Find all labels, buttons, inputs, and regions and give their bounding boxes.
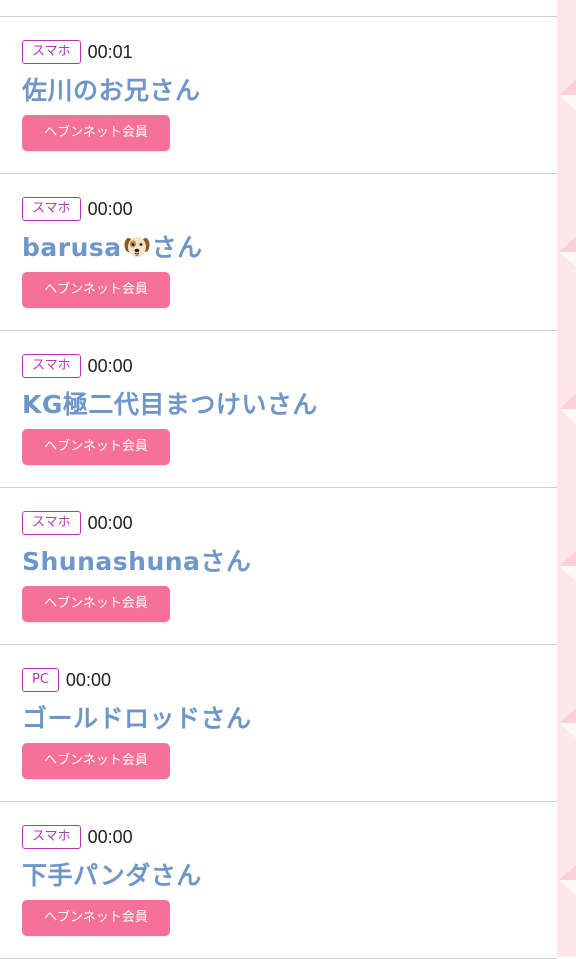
visit-time: 00:00 [87,355,133,376]
visit-time: 00:00 [65,669,111,690]
visitor-row[interactable]: スマホ 00:00 barusa さん ヘブンネット会員 [0,174,557,331]
user-name-link[interactable]: 佐川のお兄さん [22,71,201,107]
visitor-row[interactable]: スマホ 00:00 KG極二代目まつけいさん ヘブンネット会員 [0,331,557,488]
decorative-side-strip [557,0,576,957]
member-badge-button[interactable]: ヘブンネット会員 [22,586,170,622]
user-name-link[interactable]: 下手パンダさん [22,856,202,892]
visit-meta: スマホ 00:00 [22,510,133,536]
member-badge-button[interactable]: ヘブンネット会員 [22,900,170,936]
device-badge: スマホ [22,197,81,221]
user-name-link[interactable]: Shunashunaさん [22,542,251,578]
member-badge-button[interactable]: ヘブンネット会員 [22,272,170,308]
visit-meta: スマホ 00:00 [22,824,133,850]
visit-meta: PC 00:00 [22,667,111,693]
member-badge-button[interactable]: ヘブンネット会員 [22,743,170,779]
visitor-row[interactable]: PC 00:00 ゴールドロッドさん ヘブンネット会員 [0,645,557,802]
user-name-suffix: さん [151,233,203,262]
device-badge: スマホ [22,511,81,535]
user-name-text: barusa [22,233,122,262]
visit-time: 00:00 [87,198,133,219]
visit-time: 00:00 [87,512,133,533]
visitor-row[interactable]: スマホ 00:01 佐川のお兄さん ヘブンネット会員 [0,17,557,174]
device-badge: スマホ [22,354,81,378]
dog-face-icon [123,232,151,260]
visit-meta: スマホ 00:00 [22,353,133,379]
visitor-row[interactable]: スマホ 00:00 Shunashunaさん ヘブンネット会員 [0,488,557,645]
user-name-link[interactable]: KG極二代目まつけいさん [22,385,318,421]
device-badge: スマホ [22,40,81,64]
visit-time: 00:00 [87,826,133,847]
device-badge: スマホ [22,825,81,849]
visit-time: 00:01 [87,41,133,62]
visitor-row[interactable]: スマホ 00:00 下手パンダさん ヘブンネット会員 [0,802,557,959]
visitor-list: スマホ 00:01 佐川のお兄さん ヘブンネット会員 スマホ 00:00 bar… [0,0,557,959]
member-badge-button[interactable]: ヘブンネット会員 [22,429,170,465]
visit-meta: スマホ 00:01 [22,39,133,65]
device-badge: PC [22,668,59,692]
member-badge-button[interactable]: ヘブンネット会員 [22,115,170,151]
user-name-link[interactable]: barusa さん [22,228,203,264]
user-name-link[interactable]: ゴールドロッドさん [22,699,252,735]
visit-meta: スマホ 00:00 [22,196,133,222]
